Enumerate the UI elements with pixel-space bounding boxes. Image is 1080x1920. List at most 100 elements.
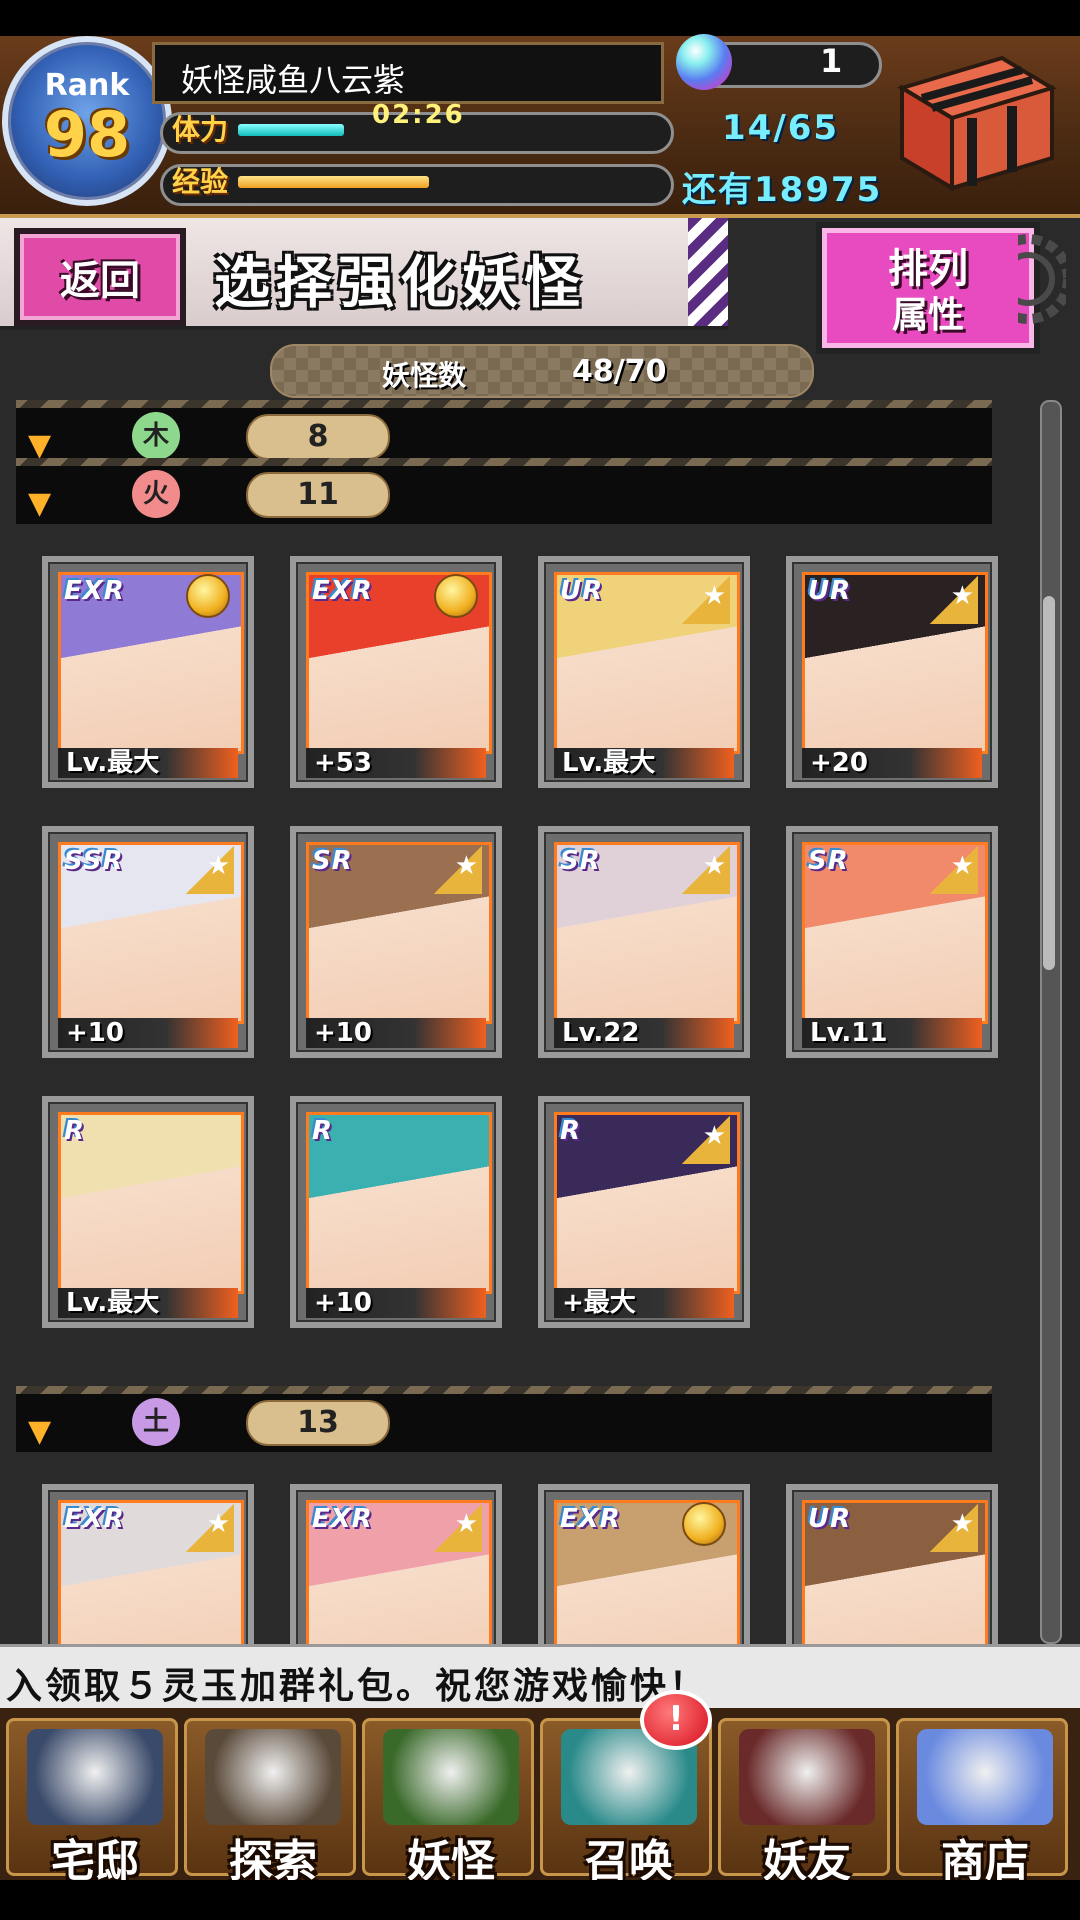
treasure-chest-icon — [897, 55, 1057, 192]
level-label: Lv.最大 — [554, 748, 734, 778]
nav-2-button[interactable]: 探索 — [184, 1718, 356, 1887]
status-bar — [0, 0, 1080, 36]
stamina-count: 14/65 — [722, 108, 840, 148]
exp-remaining: 还有18975 — [682, 170, 883, 210]
rarity-badge: UR — [808, 576, 852, 606]
monster-card[interactable]: SSR ★ +10 — [42, 826, 254, 1058]
alert-badge: ! — [640, 1690, 712, 1750]
level-label: +10 — [306, 1018, 486, 1048]
earth-element-icon: 土 — [132, 1398, 180, 1446]
scrollbar-thumb[interactable] — [1043, 596, 1055, 970]
monster-card[interactable]: R ★ +最大 — [538, 1096, 750, 1328]
page-title: 选择强化妖怪 — [214, 251, 586, 316]
rank-badge: Rank 98 — [2, 36, 172, 206]
favorite-star-icon: ★ — [930, 576, 978, 624]
rarity-badge: EXR — [64, 1504, 125, 1534]
level-label: Lv.最大 — [58, 1288, 238, 1318]
rarity-badge: EXR — [560, 1504, 621, 1534]
scrollbar-track[interactable] — [1040, 400, 1062, 1644]
rarity-badge: SR — [560, 846, 601, 876]
rarity-badge: SSR — [64, 846, 124, 876]
monster-card[interactable]: UR ★ +20 — [786, 556, 998, 788]
title-strip-stripe — [688, 218, 728, 326]
group-count: 13 — [246, 1400, 390, 1446]
friend-icon — [739, 1729, 875, 1825]
spirit-jade-icon — [676, 34, 732, 90]
crown-medal-icon — [682, 1502, 726, 1546]
level-label: +10 — [306, 1288, 486, 1318]
favorite-star-icon: ★ — [682, 1116, 730, 1164]
rarity-badge: SR — [312, 846, 353, 876]
monster-count-bar: 妖怪数 48/70 — [270, 344, 814, 398]
group-header-wood[interactable]: ▼ 木 8 — [16, 400, 992, 466]
back-button[interactable]: 返回 — [14, 228, 186, 326]
rarity-badge: R — [560, 1116, 582, 1146]
rank-value: 98 — [43, 98, 131, 171]
monster-card[interactable]: SR ★ +10 — [290, 826, 502, 1058]
level-label: Lv.11 — [802, 1018, 982, 1048]
monster-card[interactable]: R +10 — [290, 1096, 502, 1328]
exp-label: 经验 — [172, 165, 229, 198]
group-count: 8 — [246, 414, 390, 460]
stamina-label: 体力 — [172, 113, 229, 146]
level-label: +10 — [58, 1018, 238, 1048]
rarity-badge: UR — [808, 1504, 852, 1534]
system-nav-bar — [0, 1880, 1080, 1920]
rarity-badge: SR — [808, 846, 849, 876]
crystal-orb-icon — [917, 1729, 1053, 1825]
rarity-badge: R — [312, 1116, 334, 1146]
rarity-badge: EXR — [312, 576, 373, 606]
monster-count-value: 48/70 — [572, 354, 667, 389]
level-label: +20 — [802, 748, 982, 778]
nav-5-button[interactable]: 妖友 — [718, 1718, 890, 1887]
gem-count: 1 — [820, 42, 843, 80]
sort-mode-label: 属性 — [891, 295, 964, 336]
player-name-box: 妖怪咸鱼八云紫 — [152, 42, 664, 104]
rarity-badge: UR — [560, 576, 604, 606]
crown-medal-icon — [434, 574, 478, 618]
stamina-bar-fill — [238, 124, 344, 136]
monster-card[interactable]: EXR Lv.最大 — [42, 556, 254, 788]
monster-portrait — [306, 1112, 492, 1294]
favorite-star-icon: ★ — [434, 846, 482, 894]
rarity-badge: EXR — [64, 576, 125, 606]
scroll-icon — [383, 1729, 519, 1825]
nav-1-button[interactable]: 宅邸 — [6, 1718, 178, 1887]
back-button-label: 返回 — [60, 258, 140, 304]
favorite-star-icon: ★ — [186, 1504, 234, 1552]
monster-card[interactable]: SR ★ Lv.11 — [786, 826, 998, 1058]
rarity-badge: R — [64, 1116, 86, 1146]
favorite-star-icon: ★ — [434, 1504, 482, 1552]
exp-bar-fill — [238, 176, 429, 188]
crown-medal-icon — [186, 574, 230, 618]
level-label: +53 — [306, 748, 486, 778]
monster-card[interactable]: SR ★ Lv.22 — [538, 826, 750, 1058]
fire-element-icon: 火 — [132, 470, 180, 518]
monster-count-label: 妖怪数 — [382, 359, 467, 392]
level-label: +最大 — [554, 1288, 734, 1318]
favorite-star-icon: ★ — [930, 846, 978, 894]
favorite-star-icon: ★ — [186, 846, 234, 894]
collapse-arrow-icon: ▼ — [28, 486, 52, 521]
level-label: Lv.22 — [554, 1018, 734, 1048]
monster-card[interactable]: EXR +53 — [290, 556, 502, 788]
group-header-earth[interactable]: ▼ 土 13 — [16, 1386, 992, 1452]
nav-3-button[interactable]: 妖怪 — [362, 1718, 534, 1887]
treasure-chest-button[interactable] — [882, 48, 1062, 198]
sort-button[interactable]: 排列 属性 — [816, 222, 1040, 354]
gear-icon — [983, 214, 1073, 344]
monster-portrait — [58, 1112, 244, 1294]
favorite-star-icon: ★ — [682, 846, 730, 894]
level-label: Lv.最大 — [58, 748, 238, 778]
group-count: 11 — [246, 472, 390, 518]
nav-6-button[interactable]: 商店 — [896, 1718, 1068, 1887]
group-header-fire[interactable]: ▼ 火 11 — [16, 458, 992, 524]
notice-ticker: 入领取５灵玉加群礼包。祝您游戏愉快！ — [0, 1644, 1080, 1711]
house-icon — [27, 1729, 163, 1825]
player-name: 妖怪咸鱼八云紫 — [181, 61, 406, 99]
monster-card[interactable]: UR ★ Lv.最大 — [538, 556, 750, 788]
magnifier-map-icon — [205, 1729, 341, 1825]
notice-text: 入领取５灵玉加群礼包。祝您游戏愉快！ — [6, 1666, 709, 1707]
monster-card[interactable]: R Lv.最大 — [42, 1096, 254, 1328]
favorite-star-icon: ★ — [682, 576, 730, 624]
